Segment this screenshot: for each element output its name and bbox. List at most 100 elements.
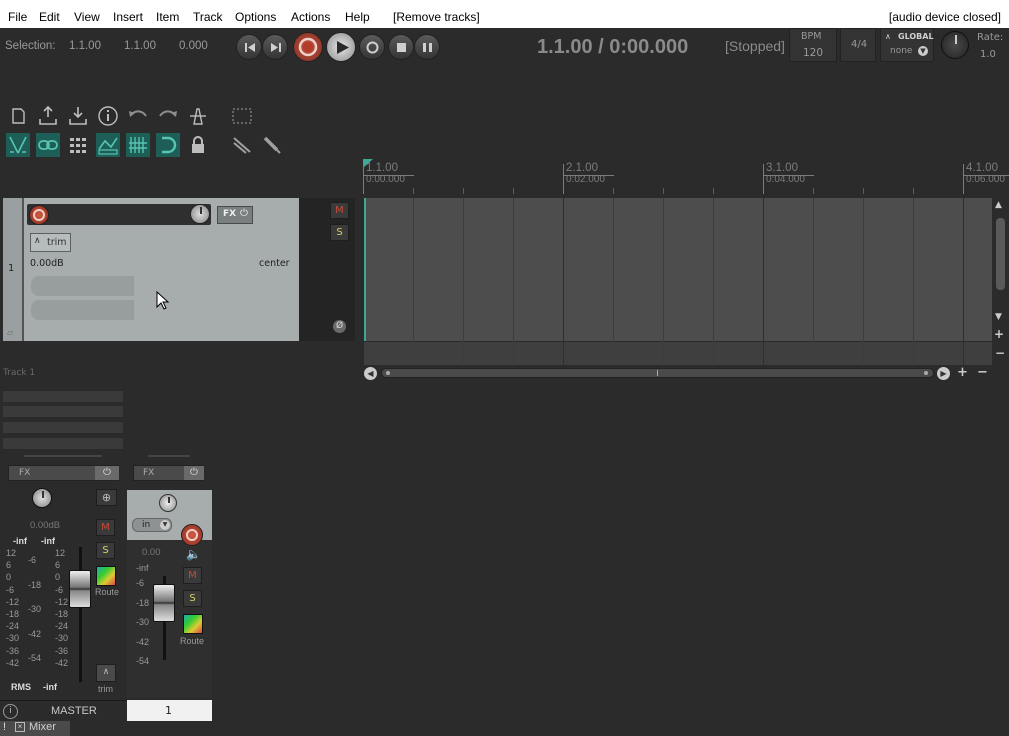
stereo-mode-icon[interactable]: ⊕ (96, 489, 117, 506)
close-icon[interactable]: ! (3, 721, 6, 733)
time-signature[interactable]: 4/4 (851, 39, 867, 50)
master-pan-knob[interactable] (32, 488, 52, 508)
zoom-in-horizontal-icon[interactable]: + (957, 365, 968, 380)
scroll-up-icon[interactable]: ▲ (995, 200, 1002, 210)
global-automation-box[interactable]: ∧ GLOBAL none ▼ (880, 28, 934, 62)
zoom-in-vertical-icon[interactable]: + (994, 327, 1004, 341)
track-name-field[interactable] (27, 204, 211, 225)
vertical-scrollbar[interactable]: ▲ ▼ + (992, 198, 1009, 341)
master-route-button[interactable] (96, 566, 116, 586)
phase-invert-icon[interactable]: Ø (333, 320, 346, 333)
vertical-scroll-thumb[interactable] (996, 218, 1005, 290)
play-button[interactable] (326, 32, 356, 62)
fx-button[interactable]: FX ⏻ (217, 206, 253, 224)
horizontal-scrollbar[interactable]: ◀ ▶ (364, 366, 954, 380)
track1-route-button[interactable] (183, 614, 203, 634)
envelope-points-button[interactable] (96, 133, 120, 157)
zoom-out-horizontal-icon[interactable]: − (977, 365, 988, 380)
fx-bypass-icon[interactable]: ⏻ (240, 208, 248, 219)
metronome-button[interactable] (186, 104, 210, 128)
close-tab-icon[interactable]: × (15, 722, 25, 732)
zoom-out-vertical-icon[interactable]: − (995, 346, 1005, 360)
record-button[interactable] (293, 32, 323, 62)
menu-insert[interactable]: Insert (113, 10, 143, 24)
lock-button[interactable] (186, 133, 210, 157)
group-link-button[interactable] (36, 133, 60, 157)
time-signature-box[interactable]: 4/4 (840, 28, 876, 62)
menu-help[interactable]: Help (345, 10, 370, 24)
selection-start[interactable]: 1.1.00 (69, 40, 101, 52)
scroll-left-icon[interactable]: ◀ (364, 367, 377, 380)
snap-button[interactable] (156, 133, 180, 157)
stop-button[interactable] (388, 34, 414, 60)
master-solo-button[interactable]: S (96, 542, 115, 559)
go-to-start-button[interactable] (236, 34, 262, 60)
master-fader[interactable] (69, 570, 91, 608)
grid-snap-button[interactable] (230, 104, 254, 128)
chevron-down-icon[interactable]: ▼ (918, 46, 928, 56)
rate-knob[interactable] (941, 31, 969, 59)
snap-grid-button[interactable] (126, 133, 150, 157)
track1-pan-knob[interactable] (159, 494, 177, 512)
timeline-ruler[interactable]: 1.1.00 0:00.000 2.1.00 0:02.000 3.1.00 0:04… (362, 158, 1009, 196)
record-arm-button[interactable] (29, 205, 49, 225)
scroll-right-icon[interactable]: ▶ (937, 367, 950, 380)
menu-edit[interactable]: Edit (39, 10, 60, 24)
scroll-down-icon[interactable]: ▼ (995, 312, 1002, 322)
bpm-value[interactable]: 120 (803, 47, 823, 59)
info-icon[interactable]: i (3, 704, 18, 719)
grid-button[interactable] (66, 133, 90, 157)
folder-icon[interactable]: ▱ (7, 328, 13, 337)
selection-end[interactable]: 1.1.00 (124, 40, 156, 52)
pause-button[interactable] (414, 34, 440, 60)
repeat-button[interactable] (359, 34, 385, 60)
time-display[interactable]: 1.1.00 / 0:00.000 (537, 36, 688, 59)
menu-item[interactable]: Item (156, 10, 179, 24)
solo-button[interactable]: S (330, 224, 349, 241)
redo-button[interactable] (156, 104, 180, 128)
track1-fx-button[interactable]: FX ⏻ (133, 465, 204, 481)
selection-length[interactable]: 0.000 (179, 40, 208, 52)
mute-button[interactable]: M (330, 202, 349, 219)
track-volume[interactable]: 0.00dB (30, 258, 64, 269)
global-mode[interactable]: none (890, 46, 912, 56)
go-to-end-button[interactable] (262, 34, 288, 60)
menu-options[interactable]: Options (235, 10, 276, 24)
horizontal-scroll-thumb[interactable] (381, 368, 934, 378)
track1-record-arm-button[interactable] (181, 524, 203, 546)
volume-slider[interactable] (31, 276, 134, 296)
pencil-tool-button[interactable] (260, 133, 284, 157)
project-settings-button[interactable] (96, 104, 120, 128)
track1-fader[interactable] (153, 584, 175, 622)
track1-mute-button[interactable]: M (183, 567, 202, 584)
mixer-tab[interactable]: ! × Mixer (0, 721, 70, 736)
empty-track-area[interactable] (364, 341, 992, 365)
track1-volume[interactable]: 0.00 (142, 547, 161, 558)
trim-envelope-button[interactable]: ∧ trim (30, 233, 71, 252)
menu-view[interactable]: View (74, 10, 100, 24)
menu-file[interactable]: File (8, 10, 27, 24)
rate-value[interactable]: 1.0 (980, 49, 996, 60)
undo-button[interactable] (126, 104, 150, 128)
audio-device-status[interactable]: [audio device closed] (889, 10, 1001, 24)
new-project-button[interactable] (6, 104, 30, 128)
open-project-button[interactable] (36, 104, 60, 128)
track1-label-bar[interactable]: 1 (127, 700, 212, 721)
ripple-edit-button[interactable] (6, 133, 30, 157)
master-trim-envelope-icon[interactable]: ∧ (96, 664, 116, 682)
track-pan[interactable]: center (259, 258, 290, 269)
master-volume[interactable]: 0.00dB (30, 520, 60, 531)
track-control-panel[interactable]: 1 ▱ FX ⏻ ∧ trim 0.00dB center (3, 198, 299, 341)
track-lane[interactable] (364, 198, 992, 341)
master-fx-button[interactable]: FX ⏻ (8, 465, 119, 481)
menu-track[interactable]: Track (193, 10, 223, 24)
save-project-button[interactable] (66, 104, 90, 128)
track1-solo-button[interactable]: S (183, 590, 202, 607)
cut-tool-button[interactable] (230, 133, 254, 157)
pan-slider[interactable] (31, 300, 134, 320)
bpm-box[interactable]: BPM 120 (789, 28, 837, 62)
track1-input-select[interactable]: in ▼ (132, 518, 172, 532)
track1-fx-bypass-icon[interactable]: ⏻ (184, 466, 204, 480)
speaker-icon[interactable]: 🔈 (186, 547, 201, 561)
volume-knob[interactable] (190, 204, 210, 224)
